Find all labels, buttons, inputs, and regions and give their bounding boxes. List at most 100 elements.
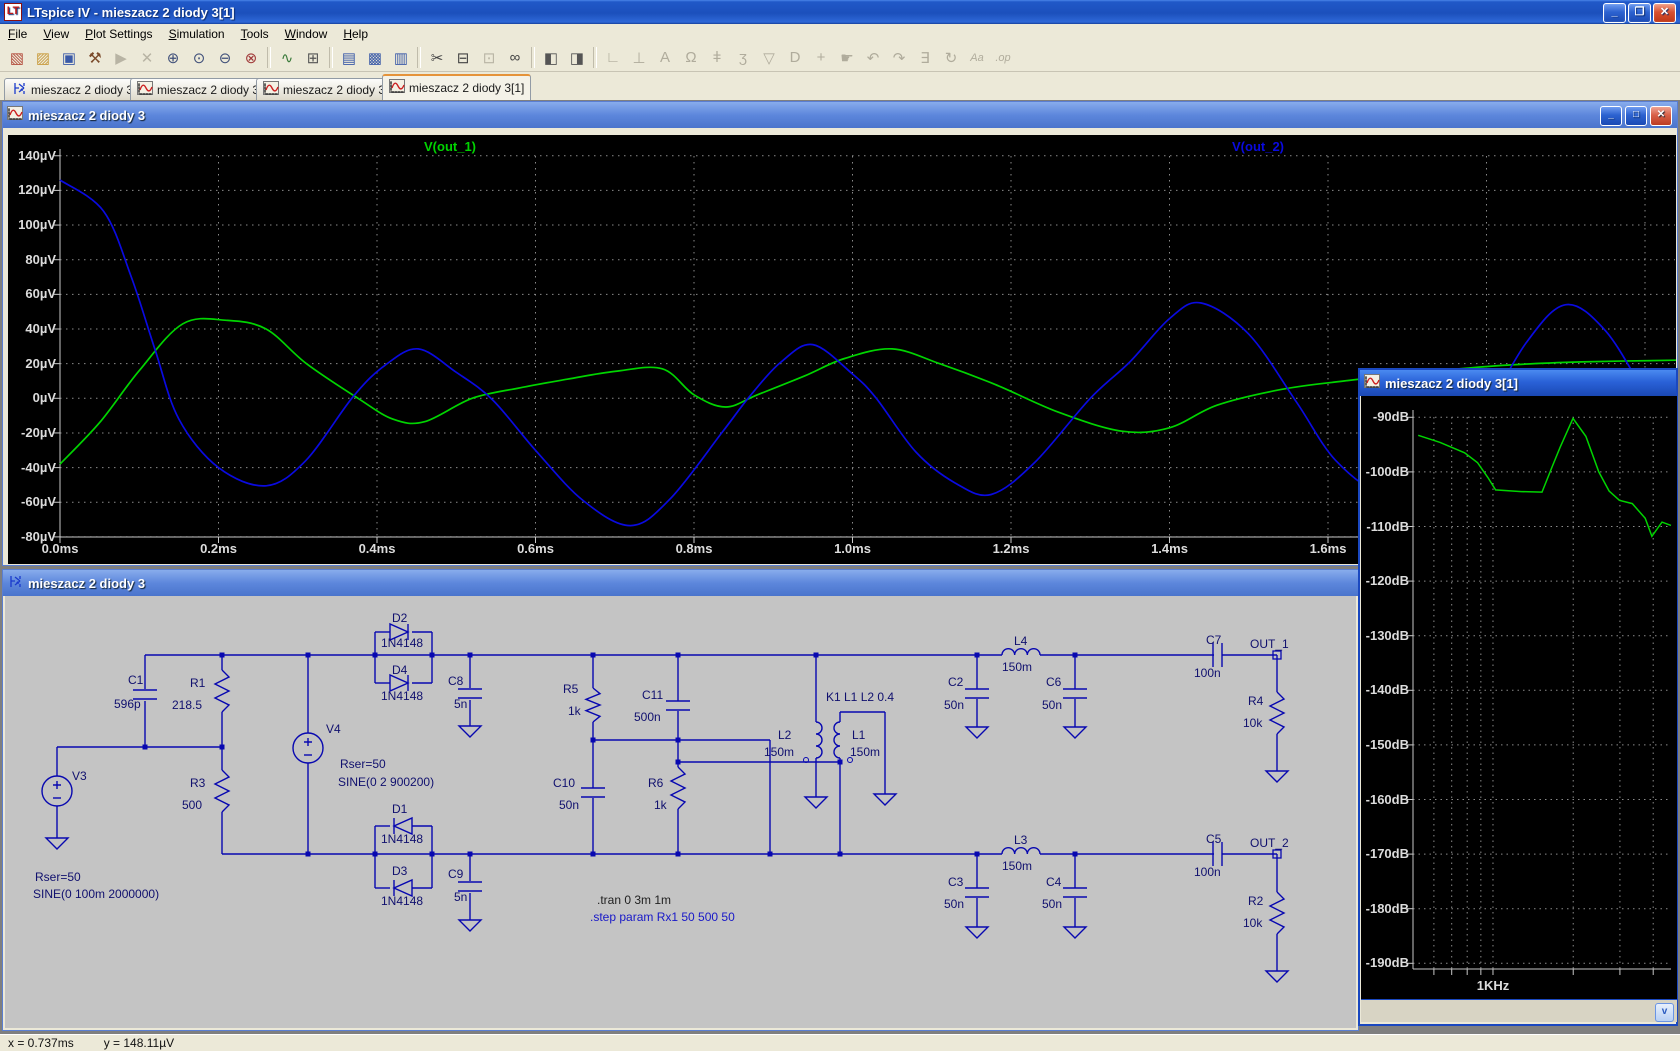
- wave-close-button[interactable]: ✕: [1650, 106, 1672, 126]
- x-axis-tick-label: 1.2ms: [993, 541, 1030, 556]
- cut-button[interactable]: ✂: [424, 45, 450, 70]
- x-axis-tick-label: 0.4ms: [359, 541, 396, 556]
- db-axis-tick-label: -100dB: [1361, 464, 1409, 479]
- new-schematic-button[interactable]: ▧: [4, 45, 30, 70]
- capacitor-c2: [965, 689, 989, 698]
- schematic-label: 150m: [764, 745, 794, 759]
- schematic-label: C11: [642, 688, 663, 702]
- schematic-label: SINE(0 100m 2000000): [33, 887, 159, 901]
- tab-2-mieszacz-2-diody-3[interactable]: mieszacz 2 diody 3: [130, 78, 266, 100]
- menu-simulation[interactable]: Simulation: [161, 25, 233, 43]
- restore-button[interactable]: ❐: [1628, 3, 1651, 23]
- tile-vertical-button[interactable]: ▥: [388, 45, 414, 70]
- zoom-extents-button[interactable]: ⊙: [186, 45, 212, 70]
- toolbar-separator: [531, 47, 535, 68]
- schematic-label: D3: [392, 864, 408, 878]
- spice-directive-button: .op: [990, 45, 1016, 70]
- copy-button[interactable]: ⊟: [450, 45, 476, 70]
- schematic-label: L1: [852, 728, 866, 742]
- ground-icon: [966, 927, 988, 938]
- capacitor-c10: [581, 788, 605, 797]
- save-button[interactable]: ▣: [56, 45, 82, 70]
- resistor-r5: [586, 688, 600, 722]
- x-axis-tick-label: 1.4ms: [1151, 541, 1188, 556]
- print-button[interactable]: ◨: [564, 45, 590, 70]
- x-axis-tick-label: 0.8ms: [676, 541, 713, 556]
- ground-icon: [1064, 927, 1086, 938]
- move-button: +: [808, 45, 834, 70]
- menu-window[interactable]: Window: [277, 25, 336, 43]
- cursor-y-readout: y = 148.11µV: [104, 1036, 174, 1050]
- tab-4-mieszacz-2-diody-3-1[interactable]: mieszacz 2 diody 3[1]: [382, 74, 531, 100]
- legend-v-out-1[interactable]: V(out_1): [424, 139, 476, 154]
- schematic-label: C8: [448, 674, 464, 688]
- schematic-label: 150m: [850, 745, 880, 759]
- print-preview-button[interactable]: ◧: [538, 45, 564, 70]
- schematic-label: 150m: [1002, 859, 1032, 873]
- inductor-l3: [1002, 848, 1040, 854]
- ground-icon: [1266, 771, 1288, 782]
- zoom-in-button[interactable]: ⊕: [160, 45, 186, 70]
- waveform-window-titlebar[interactable]: mieszacz 2 diody 3 _ □ ✕: [3, 102, 1677, 128]
- x-axis-tick-label: 1.6ms: [1310, 541, 1347, 556]
- app-logo-icon: LT: [4, 3, 22, 21]
- menu-file[interactable]: File: [0, 25, 35, 43]
- schematic-label: V4: [326, 722, 341, 736]
- menu-tools[interactable]: Tools: [233, 25, 277, 43]
- resistor-r2: [1270, 892, 1284, 934]
- y-axis-tick-label: 20µV: [4, 356, 56, 371]
- schematic-label: R3: [190, 776, 206, 790]
- control-panel-button[interactable]: ⚒: [82, 45, 108, 70]
- app-titlebar[interactable]: LT LTspice IV - mieszacz 2 diody 3[1] _ …: [0, 0, 1680, 24]
- toolbar: ▧▨▣⚒▶✕⊕⊙⊖⊗∿⊞▤▩▥✂⊟⊡∞◧◨∟⊥AΩǂʒ▽D+☛↶↷∃↻Aa.op: [0, 44, 1680, 72]
- fft-window-icon: [1364, 374, 1380, 392]
- tab-1-mieszacz-2-diody-3[interactable]: mieszacz 2 diody 3: [4, 78, 140, 100]
- toolbar-separator: [593, 47, 597, 68]
- menu-view[interactable]: View: [35, 25, 77, 43]
- fft-plot[interactable]: -90dB-100dB-110dB-120dB-130dB-140dB-150d…: [1361, 396, 1677, 1000]
- minimize-button[interactable]: _: [1603, 3, 1626, 23]
- schematic-label: OUT_1: [1250, 637, 1289, 651]
- wave-restore-button[interactable]: □: [1625, 106, 1647, 126]
- zoom-out-button[interactable]: ⊖: [212, 45, 238, 70]
- open-button[interactable]: ▨: [30, 45, 56, 70]
- cursor-x-readout: x = 0.737ms: [8, 1036, 74, 1050]
- undo-button: ↶: [860, 45, 886, 70]
- schematic-label: 1N4148: [381, 636, 423, 650]
- find-button[interactable]: ∞: [502, 45, 528, 70]
- close-button[interactable]: ✕: [1653, 3, 1676, 23]
- schematic-label: Rser=50: [35, 870, 81, 884]
- menu-plot-settings[interactable]: Plot Settings: [77, 25, 160, 43]
- fft-scroll-strip: v: [1361, 999, 1677, 1022]
- waveform-icon: [263, 81, 279, 99]
- y-axis-tick-label: 60µV: [4, 286, 56, 301]
- capacitor-c3: [965, 888, 989, 897]
- schematic-label: C6: [1046, 675, 1062, 689]
- wave-minimize-button[interactable]: _: [1600, 106, 1622, 126]
- schematic-label: L4: [1014, 634, 1028, 648]
- db-axis-tick-label: -150dB: [1361, 737, 1409, 752]
- schematic-window-titlebar[interactable]: mieszacz 2 diody 3: [3, 570, 1358, 596]
- fft-window-titlebar[interactable]: mieszacz 2 diody 3[1]: [1360, 370, 1676, 396]
- tab-label: mieszacz 2 diody 3[1]: [409, 81, 524, 95]
- schematic-label: 596p: [114, 697, 141, 711]
- wire-button: ∟: [600, 45, 626, 70]
- plot-settings-button[interactable]: ⊞: [300, 45, 326, 70]
- tab-3-mieszacz-2-diody-3[interactable]: mieszacz 2 diody 3: [256, 78, 392, 100]
- db-axis-tick-label: -90dB: [1361, 409, 1409, 424]
- tile-horizontal-button[interactable]: ▤: [336, 45, 362, 70]
- schematic-label: D4: [392, 663, 408, 677]
- legend-v-out-2[interactable]: V(out_2): [1232, 139, 1284, 154]
- zoom-back-button[interactable]: ⊗: [238, 45, 264, 70]
- scroll-down-button[interactable]: v: [1655, 1003, 1674, 1022]
- cascade-button[interactable]: ▩: [362, 45, 388, 70]
- schematic-label: 500: [182, 798, 202, 812]
- schematic-label: 218.5: [172, 698, 202, 712]
- resistor-button: Ω: [678, 45, 704, 70]
- schematic-canvas[interactable]: C1596pR1218.5R3500V3Rser=50SINE(0 100m 2…: [5, 596, 1356, 1028]
- schematic-label: 1N4148: [381, 832, 423, 846]
- schematic-label: 50n: [944, 897, 964, 911]
- menu-help[interactable]: Help: [335, 25, 376, 43]
- schematic-label: C2: [948, 675, 964, 689]
- autorange-button[interactable]: ∿: [274, 45, 300, 70]
